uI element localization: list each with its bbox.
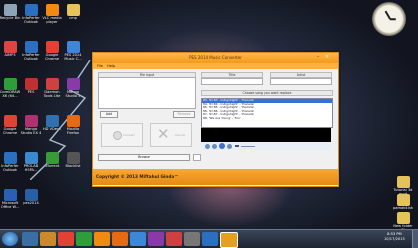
blacklist-icon: [66, 152, 80, 164]
song-list[interactable]: 83, 'ID:83 - Indigohight' - 'Prelude' 84,…: [201, 98, 333, 128]
volume-slider[interactable]: [241, 145, 255, 147]
desktop-icon[interactable]: pamak4ink: [388, 194, 418, 210]
media-player: [201, 128, 331, 150]
cancel-button[interactable]: ✕ Cancel: [150, 123, 192, 147]
manga-studio-ex-icon: [24, 115, 38, 127]
menu-bar: File Help: [93, 63, 338, 69]
copyright-text: Copyright © 2013 Miftahul Ginda™: [96, 174, 179, 179]
choose-song-header: Choose song you want replace: [201, 90, 333, 96]
vlc-icon: [45, 4, 59, 16]
system-clock[interactable]: 8:53 PM 10/17/2013: [384, 232, 405, 242]
prolab-icon: [24, 152, 38, 164]
remove-button[interactable]: Remove: [173, 111, 195, 118]
output-path-field[interactable]: [193, 154, 201, 161]
artist-field[interactable]: [270, 78, 332, 85]
desktop-icon[interactable]: Manga Studio 5: [58, 78, 88, 98]
taskbar-opera-icon[interactable]: [166, 232, 182, 246]
aimp-icon: [3, 41, 17, 53]
add-button[interactable]: Add: [100, 111, 118, 118]
utorrent-icon: [45, 152, 59, 164]
taskbar-ie-icon[interactable]: [22, 232, 38, 246]
taskbar-app-icon-2[interactable]: [184, 232, 200, 246]
convert-icon: [113, 131, 122, 140]
converter-window: PES 2014 Music Converter – × File Help F…: [92, 52, 339, 187]
taskbar: 8:53 PM 10/17/2013: [0, 229, 418, 248]
taskbar-firefox-icon[interactable]: [112, 232, 128, 246]
desktop-icon-label: pamak4ink: [393, 206, 413, 210]
recycle-bin-icon: [3, 4, 17, 16]
clock-gadget[interactable]: [372, 2, 406, 36]
folder-icon: [66, 4, 80, 16]
desktop-icon-label: pes2014: [23, 201, 39, 205]
player-controls: [201, 142, 331, 150]
desktop-icon[interactable]: PES 2014 Music C...: [58, 41, 88, 61]
desktop-icon[interactable]: Blacklist: [58, 152, 88, 168]
desktop-icon-label: Mozilla Firefox: [66, 127, 80, 136]
title-bar[interactable]: PES 2014 Music Converter – ×: [93, 53, 338, 63]
outlook-icon-2: [24, 41, 38, 53]
word-icon: [3, 189, 17, 201]
desktop-icon-label: Blacklist: [65, 164, 81, 168]
pamak-folder-icon: [396, 194, 410, 206]
window-title: PES 2014 Music Converter: [189, 55, 242, 60]
firefox-icon: [66, 115, 80, 127]
outlook-icon: [24, 4, 38, 16]
coreldraw-icon: [3, 78, 17, 90]
song-list-item[interactable]: 88, 'We Are Young' - 'Fun': [202, 116, 332, 121]
tutorial-folder-icon: [396, 176, 410, 188]
pes2014-icon: [24, 189, 38, 201]
start-button[interactable]: [2, 232, 18, 246]
taskbar-converter-icon[interactable]: [220, 232, 238, 248]
title-field[interactable]: [201, 78, 263, 85]
close-icon[interactable]: ×: [324, 54, 330, 60]
convert-button[interactable]: Convert: [101, 123, 143, 147]
taskbar-explorer-icon[interactable]: [40, 232, 56, 246]
taskbar-app-icon[interactable]: [76, 232, 92, 246]
chrome-icon: [45, 41, 59, 53]
convert-label: Convert: [123, 133, 135, 137]
desktop-icon[interactable]: Mozilla Firefox: [58, 115, 88, 135]
previous-icon[interactable]: [212, 143, 217, 149]
next-icon[interactable]: [227, 143, 232, 149]
volume-icon: [235, 145, 239, 147]
taskbar-app-icon-3[interactable]: [202, 232, 218, 246]
pes-music-icon: [66, 41, 80, 53]
minimize-icon[interactable]: –: [315, 54, 321, 60]
desktop-icon-label: cmp: [69, 16, 77, 20]
manga-studio-icon: [66, 78, 80, 90]
cancel-label: Cancel: [175, 133, 186, 137]
desktop-icon[interactable]: pes2014: [16, 189, 46, 205]
new-folder-icon: [396, 212, 410, 224]
show-desktop-button[interactable]: [412, 230, 418, 248]
play-icon[interactable]: [219, 143, 225, 149]
stop-icon[interactable]: [205, 143, 210, 149]
tray-date: 10/17/2013: [384, 237, 405, 241]
desktop-icon-label: PES 2014 Music C...: [64, 53, 82, 62]
taskbar-manga-icon[interactable]: [148, 232, 164, 246]
taskbar-vlc-icon[interactable]: [94, 232, 110, 246]
taskbar-pes-icon[interactable]: [130, 232, 146, 246]
file-input-list[interactable]: [98, 77, 196, 109]
menu-file[interactable]: File: [97, 64, 103, 68]
taskbar-chrome-icon[interactable]: [58, 232, 74, 246]
desktop-icon-label: Manga Studio 5: [65, 90, 81, 99]
browse-button[interactable]: Browse: [98, 154, 190, 161]
chrome-icon-2: [3, 115, 17, 127]
outlook-icon-3: [3, 152, 17, 164]
menu-help[interactable]: Help: [107, 64, 115, 68]
cancel-x-icon: ✕: [157, 125, 170, 143]
pes-icon: [24, 78, 38, 90]
copyright-footer: Copyright © 2013 Miftahul Ginda™: [93, 169, 338, 185]
hd-vdeck-icon: [45, 115, 59, 127]
daemon-tools-icon: [45, 78, 59, 90]
desktop-icon[interactable]: cmp: [58, 4, 88, 20]
